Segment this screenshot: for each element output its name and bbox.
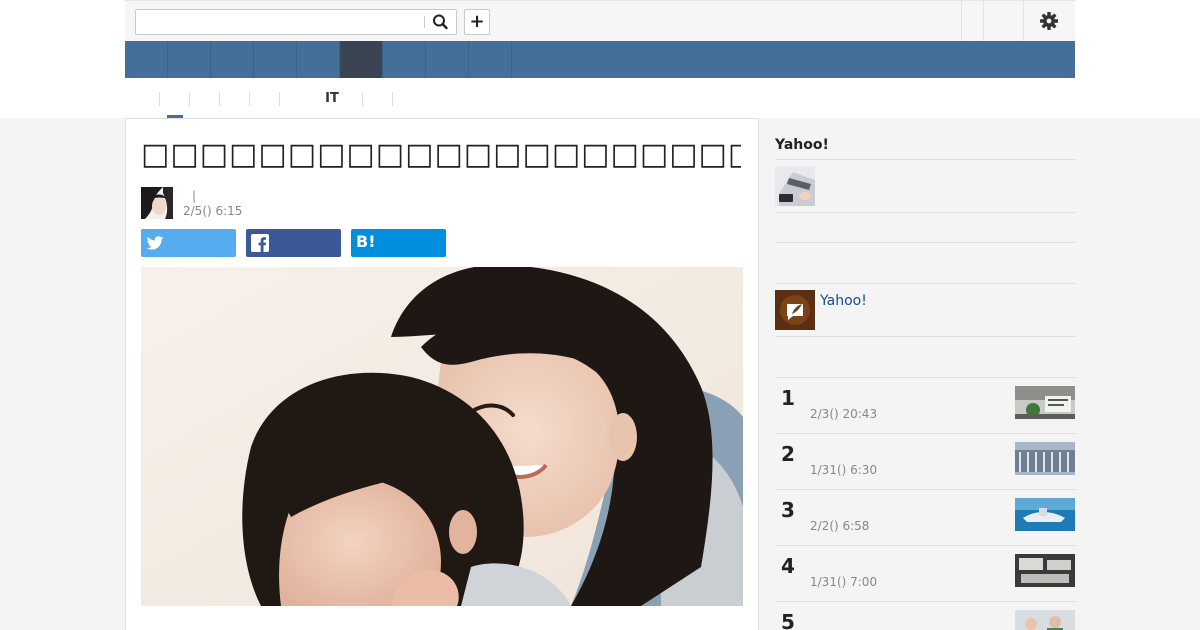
- rank-number: 4: [781, 554, 795, 578]
- top-toolbar: +: [125, 0, 1075, 41]
- search-button[interactable]: [430, 13, 452, 31]
- subnav-item-active[interactable]: [160, 92, 190, 106]
- search-box: [135, 9, 457, 35]
- facebook-share-button[interactable]: [246, 229, 341, 257]
- hatena-bookmark-icon: B!: [356, 232, 376, 251]
- subnav-item[interactable]: [363, 92, 393, 106]
- subnav-item[interactable]: [190, 92, 220, 106]
- ranking-item[interactable]: 4 1/31() 7:00: [775, 545, 1075, 601]
- article-panel: □□□□□□□□□□□□□□□□□□□□□□□□□□□□□□□□ | 2/5()…: [125, 118, 759, 630]
- divider: [775, 336, 1075, 337]
- article-photo: [141, 267, 743, 606]
- nav-item[interactable]: [125, 41, 168, 78]
- article-headline: □□□□□□□□□□□□□□□□□□□□□□□□□□□□□□□□: [141, 137, 741, 172]
- twitter-icon: [146, 236, 164, 250]
- ranking-item[interactable]: 3 2/2() 6:58: [775, 489, 1075, 545]
- settings-button[interactable]: [1038, 10, 1060, 32]
- toolbar-divider: [983, 1, 984, 41]
- sidebar: Yahoo! Yahoo! 1 2/3() 20:43 2 1/31() 6:3…: [775, 118, 1075, 630]
- nav-item[interactable]: [383, 41, 426, 78]
- category-nav: [125, 41, 1075, 78]
- nav-item[interactable]: [254, 41, 297, 78]
- ranking-item[interactable]: 2 1/31() 6:30: [775, 433, 1075, 489]
- divider: [775, 212, 1075, 213]
- search-input[interactable]: [140, 12, 422, 32]
- sidebar-heading: Yahoo!: [775, 137, 829, 153]
- subnav-item[interactable]: [250, 92, 280, 106]
- nav-item[interactable]: [469, 41, 512, 78]
- nav-item[interactable]: [168, 41, 211, 78]
- facebook-icon: [251, 234, 269, 252]
- yahoo-blog-link[interactable]: Yahoo!: [820, 293, 867, 309]
- rank-date: 2/3() 20:43: [810, 407, 878, 421]
- search-divider: [424, 16, 425, 28]
- nav-item-active[interactable]: [340, 41, 383, 78]
- ranking-thumbnail: [1015, 554, 1075, 587]
- rank-number: 1: [781, 386, 795, 410]
- gear-icon: [1040, 12, 1058, 30]
- subnav-item[interactable]: [130, 92, 160, 106]
- ranking-item[interactable]: 1 2/3() 20:43: [775, 377, 1075, 433]
- divider: [775, 283, 1075, 284]
- divider: [775, 159, 1075, 160]
- ranking-item[interactable]: 5: [775, 601, 1075, 630]
- rank-date: 2/2() 6:58: [810, 519, 870, 533]
- toolbar-divider: [1023, 1, 1024, 41]
- ranking-thumbnail: [1015, 442, 1075, 475]
- byline-separator: |: [192, 189, 197, 203]
- sub-nav: IT: [125, 78, 1075, 118]
- twitter-share-button[interactable]: [141, 229, 236, 257]
- rank-number: 5: [781, 610, 795, 630]
- divider: [775, 242, 1075, 243]
- nav-item[interactable]: [426, 41, 469, 78]
- laptop-thumbnail[interactable]: [775, 166, 815, 206]
- ranking-thumbnail: [1015, 386, 1075, 419]
- rank-date: 1/31() 6:30: [810, 463, 878, 477]
- rank-number: 3: [781, 498, 795, 522]
- blog-thumbnail[interactable]: [775, 290, 815, 330]
- nav-item[interactable]: [297, 41, 340, 78]
- rank-date: 1/31() 7:00: [810, 575, 878, 589]
- rank-number: 2: [781, 442, 795, 466]
- ranking-thumbnail: [1015, 610, 1075, 630]
- search-icon: [433, 14, 448, 30]
- subnav-item[interactable]: [220, 92, 250, 106]
- subnav-item[interactable]: [333, 92, 363, 106]
- author-avatar[interactable]: [141, 187, 173, 219]
- ranking-thumbnail: [1015, 498, 1075, 531]
- nav-item[interactable]: [211, 41, 254, 78]
- add-button[interactable]: +: [464, 9, 490, 35]
- toolbar-divider: [961, 1, 962, 41]
- publish-date: 2/5() 6:15: [183, 204, 243, 218]
- hatena-bookmark-button[interactable]: B!: [351, 229, 446, 257]
